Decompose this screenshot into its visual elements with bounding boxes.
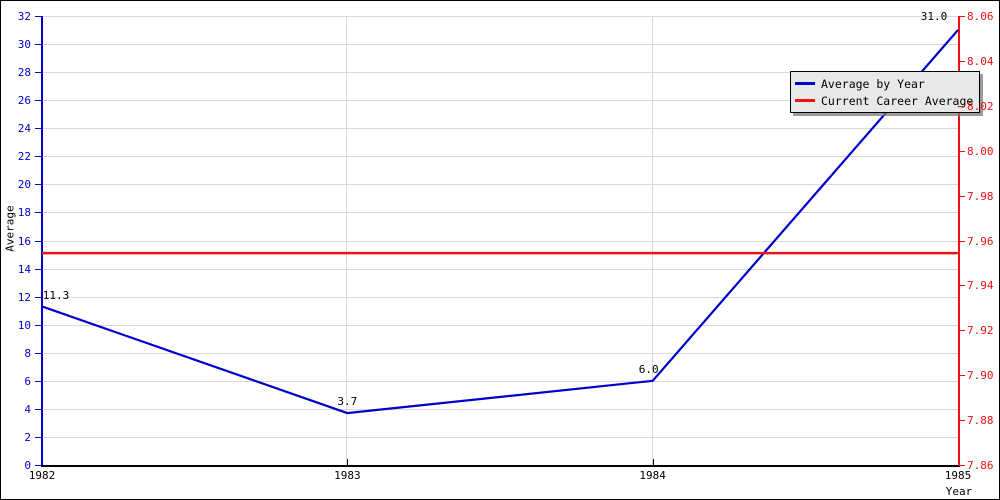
y-axis-title: Average (3, 205, 17, 252)
x-axis-tick-label: 1984 (639, 469, 666, 482)
y-axis-tick (35, 100, 42, 102)
y-axis-tick (35, 240, 42, 242)
y-axis-tick-label: 26 (17, 94, 31, 108)
y2-axis-tick (958, 195, 965, 197)
y2-axis-tick-label: 8.00 (967, 144, 994, 158)
y-axis-tick (35, 212, 42, 214)
y-axis-tick-label: 4 (24, 402, 31, 416)
y2-axis-tick (958, 150, 965, 152)
y2-axis-tick-label: 7.92 (967, 324, 994, 338)
x-axis-title: Year (945, 485, 973, 498)
x-axis-tick (652, 459, 654, 466)
legend-label-current-career-average: Current Career Average (821, 93, 974, 108)
data-point-label: 31.0 (920, 10, 948, 24)
gridline-horizontal (41, 212, 958, 214)
gridline-horizontal (41, 408, 958, 410)
data-point-label: 11.3 (42, 289, 70, 303)
y2-axis-tick (958, 60, 965, 62)
legend-item-current-career-average[interactable]: Current Career Average (795, 92, 973, 109)
y2-axis-tick (958, 285, 965, 287)
y-axis-tick-label: 16 (17, 234, 31, 248)
y-axis-tick-label: 10 (17, 318, 31, 332)
legend-item-average-by-year[interactable]: Average by Year (795, 75, 973, 92)
y-axis-tick-label: 6 (24, 374, 31, 388)
y2-axis-tick-label: 7.94 (967, 279, 994, 293)
y-axis-tick (35, 16, 42, 17)
data-point-label: 3.7 (337, 395, 358, 409)
y-axis-tick-label: 14 (17, 262, 31, 276)
y-axis-tick-label: 22 (17, 150, 31, 164)
gridline-horizontal (41, 268, 958, 270)
gridline-horizontal (41, 380, 958, 382)
y2-axis-tick-label: 8.06 (967, 10, 994, 23)
y-axis-tick (35, 184, 42, 186)
x-axis-tick-label: 1982 (28, 469, 56, 482)
x-axis-tick-label: 1983 (334, 469, 361, 482)
gridline-horizontal (41, 16, 958, 17)
chart-legend: Average by Year Current Career Average (790, 71, 981, 113)
gridline-horizontal (41, 352, 958, 354)
chart-container: Average Year Average by Year Current Car… (0, 0, 1000, 500)
y-axis-tick (35, 408, 42, 410)
gridline-horizontal (41, 156, 958, 158)
y2-axis-tick-label: 7.98 (967, 189, 994, 203)
gridline-vertical (651, 16, 653, 465)
y-axis-tick (35, 72, 42, 74)
y-axis-tick (35, 268, 42, 270)
y-axis-tick (35, 465, 42, 466)
y2-axis-tick-label: 7.96 (967, 234, 994, 248)
legend-swatch-blue (795, 82, 815, 85)
gridline-horizontal (41, 128, 958, 130)
y-axis-tick-label: 2 (24, 430, 31, 444)
y-axis-tick (35, 324, 42, 326)
gridline-horizontal (41, 436, 958, 438)
y2-axis-tick (958, 330, 965, 332)
y-axis-tick-label: 18 (17, 206, 31, 220)
gridline-horizontal (41, 240, 958, 242)
y2-axis-tick-label: 7.88 (967, 414, 994, 428)
data-point-label: 6.0 (638, 362, 659, 376)
x-axis-tick-label: 1985 (944, 469, 972, 482)
gridline-horizontal (41, 296, 958, 298)
y2-axis-tick (958, 240, 965, 242)
y2-axis-tick (958, 16, 965, 17)
y2-axis-tick (958, 420, 965, 422)
y-axis-tick (35, 44, 42, 46)
y2-axis-tick-label: 7.90 (967, 369, 994, 383)
legend-label-average-by-year: Average by Year (821, 76, 925, 91)
y2-axis-tick-label: 8.04 (967, 54, 994, 68)
gridline-horizontal (41, 324, 958, 326)
y-axis-tick-label: 28 (17, 66, 31, 80)
bottom-axis-line (41, 465, 960, 467)
gridline-horizontal (41, 44, 958, 46)
y-axis-tick (35, 436, 42, 438)
y2-axis-tick-label: 8.02 (967, 99, 994, 113)
y-axis-tick (35, 156, 42, 158)
gridline-horizontal (41, 184, 958, 186)
y-axis-tick-label: 32 (17, 10, 31, 23)
y-axis-tick-label: 20 (17, 178, 31, 192)
y2-axis-tick (958, 465, 965, 466)
y-axis-tick-label: 8 (24, 346, 31, 360)
y-axis-tick-label: 24 (17, 122, 31, 136)
x-axis-tick (347, 459, 349, 466)
y-axis-tick (35, 352, 42, 354)
y-axis-tick (35, 128, 42, 130)
y2-axis-tick (958, 375, 965, 377)
y-axis-tick-label: 30 (17, 38, 31, 52)
y2-axis-tick (958, 105, 965, 107)
y-axis-tick-label: 12 (17, 290, 31, 304)
legend-swatch-red (795, 99, 815, 102)
y-axis-tick (35, 380, 42, 382)
